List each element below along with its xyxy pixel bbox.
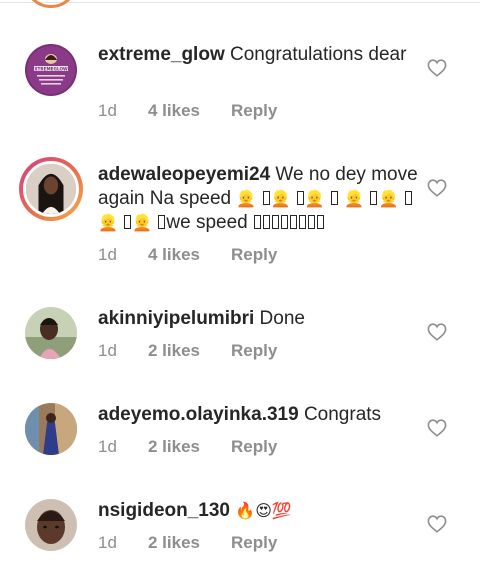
comment-text: akinniyipelumibri Done bbox=[98, 307, 418, 331]
comment-body-tail: we speed bbox=[166, 212, 248, 233]
comment-meta: 1d 2 likes Reply bbox=[98, 437, 277, 457]
reply-button[interactable]: Reply bbox=[231, 341, 277, 361]
heart-outline-icon[interactable] bbox=[427, 323, 447, 341]
comment-likes[interactable]: 4 likes bbox=[148, 245, 231, 265]
comment-time: 1d bbox=[98, 437, 117, 456]
comment-time: 1d bbox=[98, 101, 117, 120]
comment-username[interactable]: extreme_glow bbox=[98, 44, 225, 65]
reply-button[interactable]: Reply bbox=[231, 245, 277, 265]
reply-button[interactable]: Reply bbox=[231, 533, 277, 553]
comment-username[interactable]: akinniyipelumibri bbox=[98, 308, 254, 329]
comment-body: Congrats bbox=[298, 404, 382, 425]
comment-text: adewaleopeyemi24 We no dey move again Na… bbox=[98, 164, 418, 233]
comment-text: nsigideon_130 🔥😍💯 bbox=[98, 499, 418, 523]
comment-likes[interactable]: 2 likes bbox=[148, 437, 231, 457]
previous-comment-remnant bbox=[0, 0, 480, 10]
comment-username[interactable]: adeyemo.olayinka.319 bbox=[98, 404, 299, 425]
comment-time: 1d bbox=[98, 341, 117, 360]
avatar[interactable] bbox=[25, 307, 77, 359]
avatar-image bbox=[25, 403, 77, 455]
comment-meta: 1d 4 likes Reply bbox=[98, 101, 277, 121]
divider bbox=[0, 2, 480, 3]
avatar[interactable] bbox=[25, 403, 77, 455]
svg-text:XTREMEGLOW: XTREMEGLOW bbox=[34, 67, 68, 72]
avatar-image bbox=[26, 164, 76, 214]
blonde-person-emoji: 👱 bbox=[344, 189, 365, 208]
heart-outline-icon[interactable] bbox=[427, 59, 447, 77]
avatar-image bbox=[25, 499, 77, 551]
comment-username[interactable]: adewaleopeyemi24 bbox=[98, 164, 270, 185]
comment-body: Done bbox=[254, 308, 305, 329]
avatar-story-ring[interactable] bbox=[19, 157, 83, 221]
avatar bbox=[23, 161, 79, 217]
comment-time: 1d bbox=[98, 245, 117, 264]
heart-outline-icon[interactable] bbox=[427, 515, 447, 533]
comment-username[interactable]: nsigideon_130 bbox=[98, 500, 230, 521]
blonde-person-emoji: 👱 bbox=[236, 189, 257, 208]
fire-hearteyes-hundred-emoji: 🔥😍💯 bbox=[235, 501, 292, 520]
heart-outline-icon[interactable] bbox=[427, 419, 447, 437]
comment-body: Congratulations dear bbox=[224, 44, 407, 65]
reply-button[interactable]: Reply bbox=[231, 437, 277, 457]
reply-button[interactable]: Reply bbox=[231, 101, 277, 121]
comment-meta: 1d 2 likes Reply bbox=[98, 341, 277, 361]
comment-time: 1d bbox=[98, 533, 117, 552]
avatar-image bbox=[25, 307, 77, 359]
comment-meta: 1d 4 likes Reply bbox=[98, 245, 277, 265]
avatar[interactable]: XTREMEGLOW bbox=[25, 44, 77, 96]
avatar-image: XTREMEGLOW bbox=[25, 44, 77, 96]
comment-meta: 1d 2 likes Reply bbox=[98, 533, 277, 553]
comment-text: adeyemo.olayinka.319 Congrats bbox=[98, 403, 418, 427]
comment-likes[interactable]: 2 likes bbox=[148, 341, 231, 361]
avatar[interactable] bbox=[25, 499, 77, 551]
comment-likes[interactable]: 2 likes bbox=[148, 533, 231, 553]
comment-likes[interactable]: 4 likes bbox=[148, 101, 231, 121]
heart-outline-icon[interactable] bbox=[427, 179, 447, 197]
comment-text: extreme_glow Congratulations dear bbox=[98, 43, 418, 67]
